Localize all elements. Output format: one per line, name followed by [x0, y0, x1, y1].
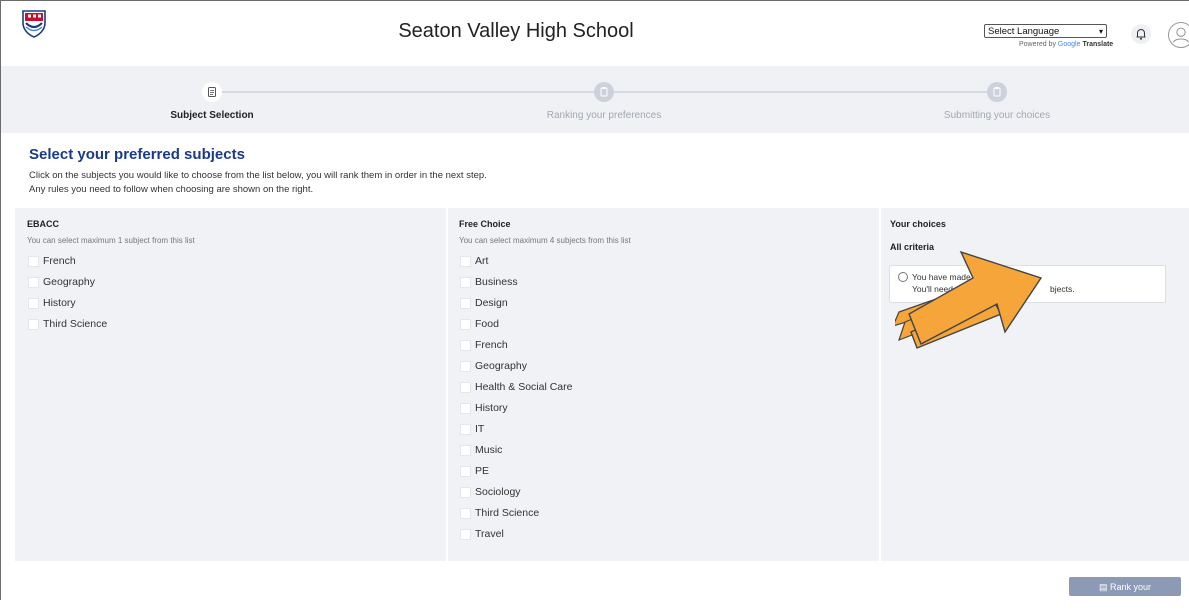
- free-subject-travel[interactable]: Travel: [475, 528, 504, 540]
- chevron-down-icon: ▾: [1098, 27, 1103, 36]
- free-subject-it[interactable]: IT: [475, 423, 484, 435]
- intro-line-2: Any rules you need to follow when choosi…: [29, 184, 314, 195]
- step-1-label: Subject Selection: [170, 110, 254, 121]
- your-choices-title: Your choices: [890, 219, 946, 229]
- step-2-indicator: [594, 82, 614, 102]
- checkbox[interactable]: [460, 529, 471, 540]
- checkbox[interactable]: [460, 277, 471, 288]
- ebacc-subject-french[interactable]: French: [43, 255, 76, 267]
- top-header: Seaton Valley High School Select Languag…: [1, 1, 1189, 67]
- checkbox[interactable]: [28, 298, 39, 309]
- powered-by-text: Powered by: [1019, 41, 1058, 48]
- free-subject-health-social-care[interactable]: Health & Social Care: [475, 381, 572, 393]
- powered-by-google-translate: Powered by Google Translate: [1019, 41, 1113, 48]
- intro-line-1: Click on the subjects you would like to …: [29, 170, 487, 181]
- clipboard-icon: ▤: [1098, 582, 1108, 592]
- checkbox[interactable]: [460, 508, 471, 519]
- rank-preferences-button[interactable]: ▤ Rank your preferences: [1069, 577, 1181, 611]
- checkbox[interactable]: [460, 298, 471, 309]
- step-connector-2: [614, 91, 987, 93]
- checkbox[interactable]: [460, 403, 471, 414]
- checkbox[interactable]: [460, 361, 471, 372]
- bell-icon[interactable]: [1131, 24, 1151, 44]
- free-subject-pe[interactable]: PE: [475, 465, 489, 477]
- free-subject-design[interactable]: Design: [475, 297, 508, 309]
- intro-text: Click on the subjects you would like to …: [29, 169, 487, 197]
- checkbox[interactable]: [28, 319, 39, 330]
- step-3-indicator: [987, 82, 1007, 102]
- checkbox[interactable]: [460, 445, 471, 456]
- language-select-label: Select Language: [988, 26, 1060, 37]
- checkbox[interactable]: [460, 424, 471, 435]
- free-subject-music[interactable]: Music: [475, 444, 502, 456]
- checkbox[interactable]: [28, 256, 39, 267]
- free-subject-food[interactable]: Food: [475, 318, 499, 330]
- ebacc-subject-history[interactable]: History: [43, 297, 76, 309]
- google-text: Google: [1057, 41, 1081, 48]
- free-choice-title: Free Choice: [459, 219, 511, 229]
- checkbox[interactable]: [460, 487, 471, 498]
- checkbox[interactable]: [460, 319, 471, 330]
- free-subject-french[interactable]: French: [475, 339, 508, 351]
- ebacc-title: EBACC: [27, 219, 60, 229]
- step-1-indicator: [202, 82, 222, 102]
- checkbox[interactable]: [460, 382, 471, 393]
- ebacc-rule: You can select maximum 1 subject from th…: [27, 236, 195, 245]
- free-choice-rule: You can select maximum 4 subjects from t…: [459, 236, 631, 245]
- document-icon: [208, 87, 216, 97]
- language-select[interactable]: Select Language ▾: [984, 24, 1107, 38]
- ebacc-subject-geography[interactable]: Geography: [43, 276, 95, 288]
- free-subject-art[interactable]: Art: [475, 255, 488, 267]
- translate-text: Translate: [1082, 41, 1114, 48]
- rank-preferences-label: Rank your preferences: [1101, 582, 1152, 611]
- user-avatar-icon[interactable]: [1168, 22, 1189, 48]
- free-subject-geography[interactable]: Geography: [475, 360, 527, 372]
- page-title: Select your preferred subjects: [29, 146, 245, 163]
- clipboard-icon: [600, 87, 608, 97]
- ebacc-subject-third-science[interactable]: Third Science: [43, 318, 107, 330]
- step-3-label: Submitting your choices: [943, 110, 1051, 121]
- step-2-label: Ranking your preferences: [546, 110, 662, 121]
- orange-pointer-arrow-annotation: [895, 250, 1043, 349]
- free-subject-business[interactable]: Business: [475, 276, 518, 288]
- checkbox[interactable]: [460, 340, 471, 351]
- clipboard-icon: [993, 87, 1001, 97]
- checkbox[interactable]: [460, 256, 471, 267]
- ebacc-column: [15, 208, 446, 561]
- free-subject-history[interactable]: History: [475, 402, 508, 414]
- free-subject-sociology[interactable]: Sociology: [475, 486, 521, 498]
- step-connector-1: [222, 91, 594, 93]
- checkbox[interactable]: [28, 277, 39, 288]
- checkbox[interactable]: [460, 466, 471, 477]
- free-subject-third-science[interactable]: Third Science: [475, 507, 539, 519]
- school-name-title: Seaton Valley High School: [398, 20, 634, 42]
